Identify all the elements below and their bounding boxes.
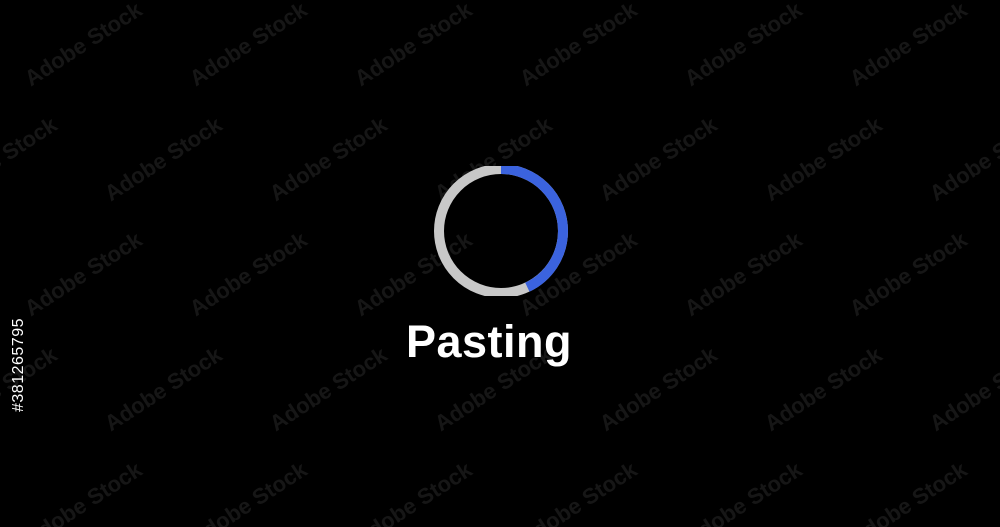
watermark-text: Adobe Stock	[20, 456, 147, 527]
watermark-text: Adobe Stock	[185, 456, 312, 527]
stock-id-text: #381265795	[10, 318, 27, 412]
watermark-text: Adobe Stock	[760, 111, 887, 206]
watermark-text: Adobe Stock	[845, 456, 972, 527]
progress-ring	[434, 166, 568, 296]
watermark-text: Adobe Stock	[20, 226, 147, 321]
screen: Adobe Stock Adobe Stock Adobe Stock Adobe S…	[0, 0, 1000, 527]
watermark-text: Adobe Stock	[925, 111, 1000, 206]
status-label: Pasting	[405, 316, 573, 367]
watermark-text: Adobe Stock	[265, 111, 392, 206]
watermark-text: Adobe Stock	[515, 456, 642, 527]
watermark-text: Adobe Stock	[350, 0, 477, 91]
watermark-text: Adobe Stock	[0, 111, 62, 206]
watermark-text: Adobe Stock	[595, 111, 722, 206]
watermark-text: Adobe Stock	[680, 456, 807, 527]
watermark-text: Adobe Stock	[680, 0, 807, 91]
watermark-text: Adobe Stock	[100, 341, 227, 436]
watermark-text: Adobe Stock	[350, 456, 477, 527]
watermark-text: Adobe Stock	[185, 0, 312, 91]
watermark-text: Adobe Stock	[100, 111, 227, 206]
watermark-text: Adobe Stock	[925, 341, 1000, 436]
watermark-text: Adobe Stock	[20, 0, 147, 91]
watermark-text: Adobe Stock	[845, 226, 972, 321]
watermark-text: Adobe Stock	[595, 341, 722, 436]
watermark-text: Adobe Stock	[680, 226, 807, 321]
stock-id-caption: #381265795	[4, 290, 34, 440]
watermark-text: Adobe Stock	[265, 341, 392, 436]
watermark-text: Adobe Stock	[845, 0, 972, 91]
watermark-text: Adobe Stock	[515, 0, 642, 91]
watermark-text: Adobe Stock	[185, 226, 312, 321]
watermark-text: Adobe Stock	[760, 341, 887, 436]
